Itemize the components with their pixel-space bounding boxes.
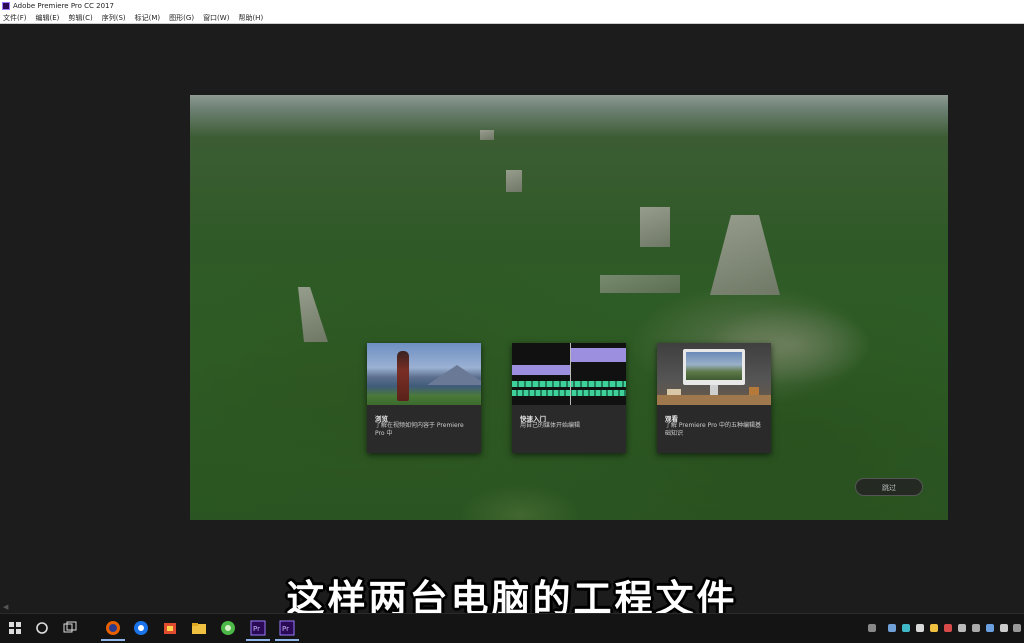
audio-track — [512, 381, 626, 387]
skip-button[interactable]: 跳过 — [855, 478, 923, 496]
tray-people-icon[interactable] — [888, 624, 896, 632]
menu-window[interactable]: 窗口(W) — [203, 12, 229, 23]
premiere-pro-icon[interactable]: Pr — [246, 620, 270, 641]
tray-app-icon[interactable] — [916, 624, 924, 632]
thumbnail-decor — [667, 389, 681, 395]
thumbnail-person — [397, 351, 409, 401]
menu-bar: 文件(F) 编辑(E) 剪辑(C) 序列(S) 标记(M) 图形(G) 窗口(W… — [0, 12, 1024, 24]
thumbnail-desk — [657, 395, 771, 405]
card-thumbnail — [512, 343, 626, 405]
scroll-left-icon[interactable]: ◀ — [3, 603, 9, 611]
welcome-card-browse[interactable]: 浏览 了解在视频如何内容于 Premiere Pro 中 — [367, 343, 481, 453]
tray-app-icon[interactable] — [944, 624, 952, 632]
thumbnail-decor — [749, 387, 759, 395]
menu-sequence[interactable]: 序列(S) — [102, 12, 126, 23]
audio-track — [512, 390, 626, 396]
title-bar: Adobe Premiere Pro CC 2017 — [0, 0, 1024, 12]
premiere-app-icon — [2, 2, 10, 10]
menu-graphics[interactable]: 图形(G) — [169, 12, 194, 23]
welcome-card-watch[interactable]: 观看 了解 Premiere Pro 中的五种编辑基础知识 — [657, 343, 771, 453]
tray-app-icon[interactable] — [972, 624, 980, 632]
playhead — [570, 343, 571, 405]
tray-app-icon[interactable] — [1000, 624, 1008, 632]
tray-volume-icon[interactable] — [1013, 624, 1021, 632]
card-description: 用自己的媒体开始编辑 — [520, 422, 581, 429]
premiere-pro-icon[interactable]: Pr — [275, 620, 299, 641]
tray-app-icon[interactable] — [930, 624, 938, 632]
taskbar: Pr Pr — [0, 613, 1024, 643]
cortana-icon[interactable] — [34, 620, 50, 636]
ruin-decoration — [480, 130, 494, 140]
welcome-card-quick-start[interactable]: 快速入门 用自己的媒体开始编辑 — [512, 343, 626, 453]
svg-text:Pr: Pr — [282, 625, 289, 633]
thumbnail-mountain — [427, 365, 481, 385]
browser-icon[interactable] — [133, 620, 149, 636]
tray-network-icon[interactable] — [868, 624, 876, 632]
ruin-decoration — [506, 170, 522, 192]
firefox-icon[interactable] — [101, 620, 125, 641]
menu-edit[interactable]: 编辑(E) — [36, 12, 60, 23]
thumbnail-screen — [686, 352, 742, 380]
timeline-clip — [512, 365, 570, 375]
app-icon[interactable] — [162, 620, 178, 636]
svg-text:Pr: Pr — [253, 625, 260, 633]
thumbnail-stand — [710, 385, 718, 395]
timeline-clip — [570, 348, 626, 362]
menu-help[interactable]: 帮助(H) — [238, 12, 263, 23]
ruin-decoration — [600, 275, 680, 293]
tray-app-icon[interactable] — [902, 624, 910, 632]
welcome-screen-background — [190, 95, 948, 520]
temple-ruin — [298, 287, 328, 342]
file-explorer-icon[interactable] — [191, 620, 207, 636]
menu-clip[interactable]: 剪辑(C) — [68, 12, 92, 23]
tray-bluetooth-icon[interactable] — [986, 624, 994, 632]
card-description: 了解在视频如何内容于 Premiere Pro 中 — [375, 422, 464, 437]
card-thumbnail — [367, 343, 481, 405]
card-description: 了解 Premiere Pro 中的五种编辑基础知识 — [665, 422, 762, 437]
green-app-icon[interactable] — [220, 620, 236, 636]
windows-start-icon[interactable] — [7, 620, 23, 636]
temple-ruin — [710, 215, 780, 295]
menu-file[interactable]: 文件(F) — [3, 12, 27, 23]
card-thumbnail — [657, 343, 771, 405]
tray-app-icon[interactable] — [958, 624, 966, 632]
menu-markers[interactable]: 标记(M) — [135, 12, 161, 23]
window-title: Adobe Premiere Pro CC 2017 — [13, 2, 114, 10]
task-view-icon[interactable] — [62, 620, 78, 636]
ruin-decoration — [640, 207, 670, 247]
